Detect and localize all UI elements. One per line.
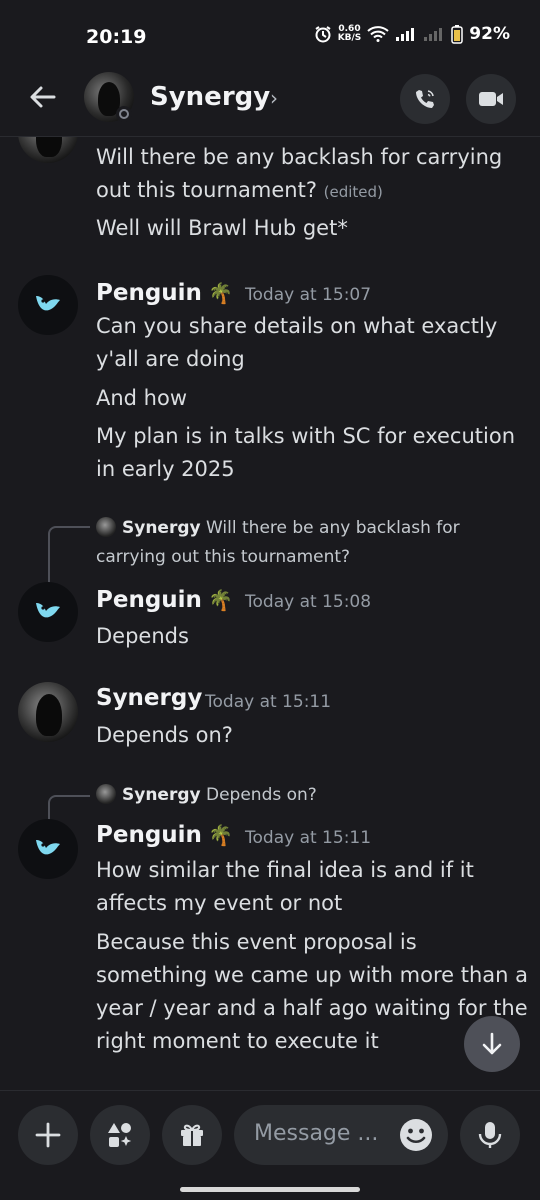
message-line: right moment to execute it	[96, 1029, 379, 1053]
timestamp: Today at 15:07	[245, 285, 372, 305]
avatar[interactable]	[18, 137, 78, 163]
message-line: Depends	[96, 624, 189, 648]
reply-avatar	[96, 784, 116, 804]
reply-avatar	[96, 517, 116, 537]
gift-button[interactable]	[162, 1105, 222, 1165]
avatar[interactable]	[18, 582, 78, 642]
avatar[interactable]	[18, 682, 78, 742]
author-name-text: Penguin	[96, 587, 202, 613]
channel-header: Synergy ›	[0, 66, 540, 137]
message-list[interactable]: Will there be any backlash for carrying …	[0, 137, 540, 1087]
microphone-icon	[478, 1122, 502, 1148]
author-name-text: Penguin	[96, 822, 202, 848]
author-name-text: Penguin	[96, 280, 202, 306]
reply-author: Synergy	[122, 518, 201, 538]
author-name[interactable]: Penguin 🌴	[96, 587, 233, 613]
message-line: affects my event or not	[96, 891, 343, 915]
message-line: How similar the final idea is and if it	[96, 858, 474, 882]
avatar[interactable]	[18, 275, 78, 335]
video-camera-icon	[479, 92, 503, 106]
message-line: Can you share details on what exactly	[96, 314, 498, 338]
battery-icon	[451, 25, 464, 44]
voice-message-button[interactable]	[460, 1105, 520, 1165]
author-name[interactable]: Synergy	[96, 685, 202, 711]
penguin-avatar-icon	[36, 296, 60, 311]
emoji-icon[interactable]	[398, 1117, 434, 1153]
timestamp: Today at 15:11	[205, 692, 332, 712]
avatar[interactable]	[18, 819, 78, 879]
video-call-button[interactable]	[466, 74, 516, 124]
palm-tree-emoji: 🌴	[207, 823, 233, 847]
chevron-right-icon[interactable]: ›	[270, 86, 278, 110]
penguin-avatar-icon	[36, 603, 60, 618]
message-line: And how	[96, 386, 188, 410]
message-composer: Message ...	[0, 1090, 540, 1177]
phone-icon	[416, 90, 434, 108]
apps-button[interactable]	[90, 1105, 150, 1165]
message-input-placeholder: Message ...	[254, 1121, 379, 1146]
status-bar: 20:19 0.60 KB/S 92%	[0, 0, 540, 70]
home-indicator[interactable]	[180, 1187, 360, 1192]
gift-icon	[181, 1124, 203, 1146]
alarm-icon	[315, 26, 331, 43]
edited-label: (edited)	[323, 183, 383, 201]
reply-preview-line[interactable]: carrying out this tournament?	[96, 542, 350, 572]
status-time: 20:19	[86, 26, 147, 48]
message-line: y'all are doing	[96, 347, 245, 371]
message-line: year / year and a half ago waiting for t…	[96, 996, 528, 1020]
page-title[interactable]: Synergy	[150, 82, 270, 112]
voice-call-button[interactable]	[400, 74, 450, 124]
reply-text: Will there be any backlash for	[206, 518, 460, 538]
message-line: in early 2025	[96, 457, 235, 481]
message-input[interactable]: Message ...	[234, 1105, 448, 1165]
reply-author: Synergy	[122, 785, 201, 805]
message-line: Depends on?	[96, 723, 233, 747]
signal-icon	[396, 28, 415, 41]
penguin-avatar-icon	[36, 840, 60, 855]
timestamp: Today at 15:11	[245, 828, 372, 848]
message-line: Because this event proposal is	[96, 930, 417, 954]
back-arrow-icon[interactable]	[26, 80, 60, 114]
signal-weak-icon	[424, 28, 443, 41]
battery-level: 92%	[469, 24, 510, 44]
message-line: My plan is in talks with SC for executio…	[96, 424, 516, 448]
offline-status-icon	[116, 106, 132, 122]
palm-tree-emoji: 🌴	[207, 281, 233, 305]
net-speed-unit: KB/S	[337, 33, 362, 43]
message-text: out this tournament?	[96, 178, 317, 202]
author-name[interactable]: Penguin 🌴	[96, 280, 233, 306]
timestamp: Today at 15:08	[245, 592, 372, 612]
message-line: Will there be any backlash for carrying	[96, 145, 503, 169]
palm-tree-emoji: 🌴	[207, 588, 233, 612]
net-speed: 0.60 KB/S	[338, 25, 362, 43]
reply-text: Depends on?	[206, 785, 317, 805]
message-line: something we came up with more than a	[96, 963, 528, 987]
message-line: Well will Brawl Hub get*	[96, 216, 348, 240]
status-icons: 0.60 KB/S 92%	[314, 24, 510, 44]
reply-spine	[48, 526, 90, 584]
message-line: out this tournament? (edited)	[96, 173, 383, 209]
attach-button[interactable]	[18, 1105, 78, 1165]
author-name[interactable]: Penguin 🌴	[96, 822, 233, 848]
apps-icon	[108, 1123, 132, 1147]
scroll-to-bottom-button[interactable]	[464, 1016, 520, 1072]
reply-preview[interactable]: Synergy Will there be any backlash for	[96, 513, 460, 543]
wifi-icon	[367, 26, 389, 42]
plus-icon	[35, 1122, 61, 1148]
arrow-down-icon	[482, 1032, 502, 1055]
reply-preview[interactable]: Synergy Depends on?	[96, 780, 317, 810]
